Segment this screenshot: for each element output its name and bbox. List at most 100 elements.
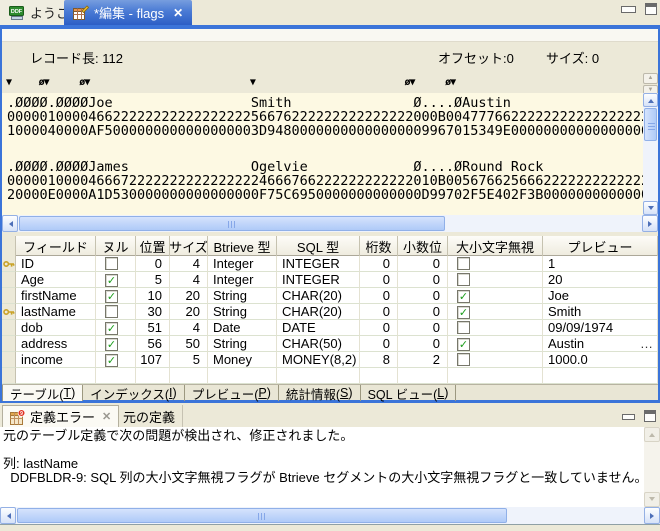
cell-pos[interactable]: 56: [136, 336, 170, 352]
cell-digits[interactable]: 0: [360, 256, 398, 272]
cell-field[interactable]: firstName: [16, 288, 96, 304]
cell-btype[interactable]: String: [208, 336, 277, 352]
tab-original-definition[interactable]: 元の定義: [116, 405, 183, 427]
field-row-address[interactable]: address✓5650StringCHAR(50)00✓Austin…: [2, 336, 658, 352]
cell-pos[interactable]: 51: [136, 320, 170, 336]
cell-sqltype[interactable]: MONEY(8,2): [277, 352, 360, 368]
field-marker[interactable]: ▼: [6, 77, 11, 88]
cell-pos[interactable]: 5: [136, 272, 170, 288]
cell-nocase[interactable]: [448, 352, 543, 368]
cell-gutter[interactable]: [2, 352, 16, 368]
column-header-size[interactable]: サイズ: [170, 236, 208, 256]
empty-row[interactable]: [2, 368, 658, 384]
null-checkbox[interactable]: [105, 305, 118, 318]
null-checkbox[interactable]: ✓: [105, 354, 118, 367]
cell-field[interactable]: ID: [16, 256, 96, 272]
scroll-left-button[interactable]: [2, 215, 18, 232]
cell-preview[interactable]: 20: [543, 272, 658, 288]
close-icon[interactable]: ✕: [173, 6, 183, 20]
hex-high-nibble-line[interactable]: 0000010000466222222222222222225667622222…: [7, 110, 643, 124]
field-marker[interactable]: ▼: [250, 77, 255, 88]
problems-vertical-scrollbar[interactable]: [644, 427, 660, 507]
cell-scale[interactable]: 0: [398, 304, 448, 320]
cell-nocase[interactable]: ✓: [448, 304, 543, 320]
cell-gutter[interactable]: [2, 336, 16, 352]
cell-size[interactable]: 20: [170, 304, 208, 320]
hex-low-nibble-line[interactable]: 1000040000AF5000000000000000003D94800000…: [7, 124, 643, 138]
cell-field[interactable]: income: [16, 352, 96, 368]
case-insensitive-checkbox[interactable]: ✓: [457, 338, 470, 351]
scroll-up-button[interactable]: [644, 427, 660, 442]
field-marker[interactable]: ø▼: [39, 77, 49, 88]
cell-pos[interactable]: 107: [136, 352, 170, 368]
cell-gutter[interactable]: [2, 272, 16, 288]
scroll-right-button[interactable]: [642, 215, 658, 232]
error-message-area[interactable]: 元のテーブル定義で次の問題が検出され、修正されました。 列: lastName …: [0, 427, 644, 507]
scroll-down-button[interactable]: [643, 201, 658, 215]
column-header-sqltype[interactable]: SQL 型: [277, 236, 360, 256]
case-insensitive-checkbox[interactable]: ✓: [457, 306, 470, 319]
cell-scale[interactable]: 0: [398, 288, 448, 304]
cell-size[interactable]: 50: [170, 336, 208, 352]
field-row-Age[interactable]: Age✓54IntegerINTEGER0020: [2, 272, 658, 288]
cell-field[interactable]: address: [16, 336, 96, 352]
cell-nocase[interactable]: [448, 272, 543, 288]
cell-btype[interactable]: Integer: [208, 272, 277, 288]
cell-gutter[interactable]: [2, 256, 16, 272]
null-checkbox[interactable]: ✓: [105, 322, 118, 335]
cell-nul[interactable]: ✓: [96, 352, 136, 368]
null-checkbox[interactable]: [105, 257, 118, 270]
cell-size[interactable]: 5: [170, 352, 208, 368]
field-row-firstName[interactable]: firstName✓1020StringCHAR(20)00✓Joe: [2, 288, 658, 304]
scroll-up-button[interactable]: [643, 93, 658, 107]
cell-digits[interactable]: 0: [360, 272, 398, 288]
page-tab-i[interactable]: インデックス(I): [83, 385, 184, 401]
page-tab-p[interactable]: プレビュー(P): [185, 385, 279, 401]
page-tab-s[interactable]: 統計情報(S): [279, 385, 361, 401]
case-insensitive-checkbox[interactable]: [457, 257, 470, 270]
cell-scale[interactable]: 0: [398, 272, 448, 288]
minimize-view-button[interactable]: [622, 414, 635, 420]
cell-btype[interactable]: Integer: [208, 256, 277, 272]
null-checkbox[interactable]: ✓: [105, 290, 118, 303]
maximize-view-button[interactable]: [644, 410, 656, 422]
field-row-lastName[interactable]: lastName3020StringCHAR(20)00✓Smith: [2, 304, 658, 320]
cell-btype[interactable]: Money: [208, 352, 277, 368]
cell-digits[interactable]: 8: [360, 352, 398, 368]
hex-ascii-line[interactable]: .ØØØØ.ØØØØJoe Smith Ø....ØAustin: [7, 96, 643, 110]
cell-digits[interactable]: 0: [360, 336, 398, 352]
cell-scale[interactable]: 0: [398, 256, 448, 272]
hex-hscroll-thumb[interactable]: [19, 216, 445, 231]
column-header-preview[interactable]: プレビュー: [543, 236, 658, 256]
cell-nocase[interactable]: ✓: [448, 288, 543, 304]
page-tab-l[interactable]: SQL ビュー(L): [361, 385, 457, 401]
cell-nul[interactable]: ✓: [96, 320, 136, 336]
cell-pos[interactable]: 30: [136, 304, 170, 320]
preview-overflow-ellipsis[interactable]: …: [640, 336, 653, 351]
cell-nocase[interactable]: ✓: [448, 336, 543, 352]
scroll-left-button[interactable]: [0, 507, 16, 524]
hex-high-nibble-line[interactable]: 0000010000466672222222222222222466676622…: [7, 174, 643, 188]
column-header-digits[interactable]: 桁数: [360, 236, 398, 256]
cell-scale[interactable]: 2: [398, 352, 448, 368]
minimize-editor-button[interactable]: [621, 6, 636, 13]
hex-low-nibble-line[interactable]: 20000E0000A1D530000000000000000F75C69500…: [7, 188, 643, 202]
cell-digits[interactable]: 0: [360, 320, 398, 336]
cell-gutter[interactable]: [2, 320, 16, 336]
tab-editor-flags[interactable]: *編集 - flags ✕: [64, 0, 192, 25]
cell-preview[interactable]: 1: [543, 256, 658, 272]
cell-pos[interactable]: 0: [136, 256, 170, 272]
column-header-nul[interactable]: ヌル: [96, 236, 136, 256]
cell-nocase[interactable]: [448, 256, 543, 272]
cell-nul[interactable]: [96, 256, 136, 272]
cell-sqltype[interactable]: CHAR(20): [277, 304, 360, 320]
hex-vertical-scrollbar[interactable]: [643, 93, 658, 215]
cell-size[interactable]: 20: [170, 288, 208, 304]
cell-gutter[interactable]: [2, 288, 16, 304]
close-view-icon[interactable]: ✕: [102, 410, 111, 423]
hex-horizontal-scrollbar[interactable]: [2, 215, 658, 232]
field-row-income[interactable]: income✓1075MoneyMONEY(8,2)821000.0: [2, 352, 658, 368]
column-header-btype[interactable]: Btrieve 型: [208, 236, 277, 256]
case-insensitive-checkbox[interactable]: [457, 353, 470, 366]
cell-preview[interactable]: Smith: [543, 304, 658, 320]
